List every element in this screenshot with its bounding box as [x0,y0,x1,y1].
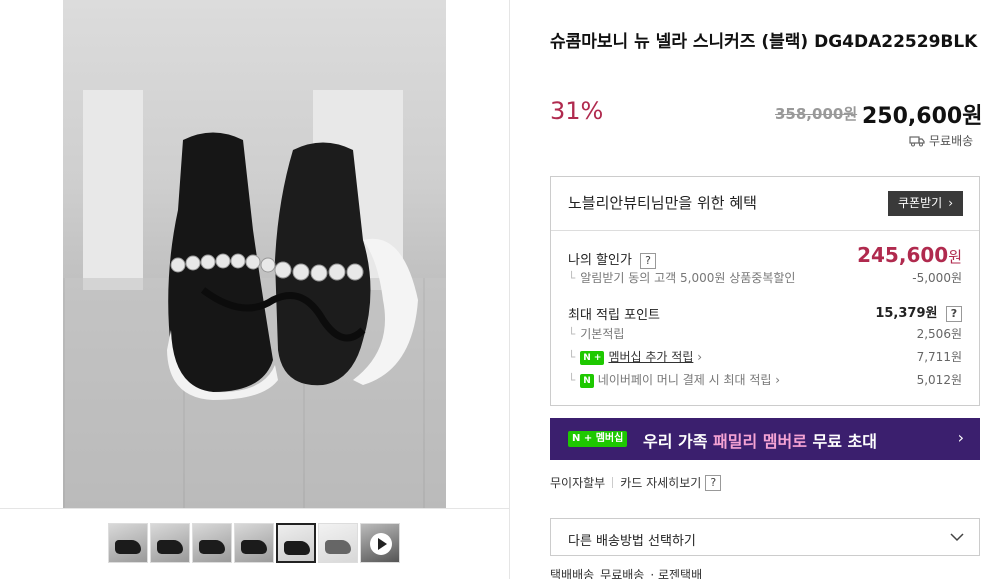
thumbnail[interactable] [150,523,190,563]
play-icon [370,533,392,555]
my-discount-price: 245,600원 [857,243,962,267]
banner-text-prefix: 우리 가족 [643,432,708,451]
npay-points-link[interactable]: 네이버페이 머니 결제 시 최대 적립 [598,373,772,387]
installment-link[interactable]: 무이자할부 [550,474,605,491]
discount-rate: 31% [550,97,604,125]
shipping-option-free: 무료배송 [600,568,645,579]
shipping-option-carrier: · 로젠택배 [650,568,703,579]
video-thumbnail[interactable] [360,523,400,563]
chevron-left-icon [20,239,39,271]
banner-text-suffix: 무료 초대 [812,432,877,451]
thumbnail[interactable] [234,523,274,563]
shipping-label: 무료배송 [929,134,974,148]
max-points-label: 최대 적립 포인트 [568,308,660,323]
gallery-next-button[interactable] [470,238,492,272]
thumbnail[interactable] [108,523,148,563]
won-unit: 원 [948,248,962,266]
my-discount-label: 나의 할인가 [568,253,632,268]
banner-text-highlight: 패밀리 멤버로 [713,432,807,451]
naver-plus-badge-icon: N + [580,350,605,365]
membership-points-row[interactable]: └ N + 멤버십 추가 적립 › [568,348,702,365]
benefit-title: 노블리안뷰티님만을 위한 혜택 [568,194,757,212]
sale-price: 250,600원 [862,104,983,129]
family-membership-banner[interactable]: N + 멤버십 우리 가족 패밀리 멤버로 무료 초대 › [550,418,980,460]
chevron-right-icon: › [948,196,953,210]
banner-text: 우리 가족 패밀리 멤버로 무료 초대 [643,428,877,452]
alarm-discount-value: -5,000원 [912,271,962,285]
my-discount-label-row: 나의 할인가 ? [568,249,657,269]
membership-points-link[interactable]: 멤버십 추가 적립 [608,350,693,364]
npay-points-value: 5,012원 [916,373,962,387]
thumbnail[interactable] [192,523,232,563]
help-icon[interactable]: ? [705,474,722,491]
naver-plus-membership-badge-icon: N + 멤버십 [568,431,628,447]
sneakers-illustration [167,132,418,400]
thumbnail-bar [0,508,510,579]
original-price: 358,000원 [775,105,858,123]
card-detail-link[interactable]: 카드 자세히보기 [620,474,701,491]
chevron-down-icon [950,533,964,542]
membership-points-value: 7,711원 [916,350,962,364]
help-icon[interactable]: ? [946,305,962,322]
alarm-discount-label: 알림받기 동의 고객 5,000원 상품중복할인 [580,271,796,285]
my-discount-amount: 245,600 [857,243,949,267]
chevron-right-icon [471,239,490,271]
product-gallery [0,0,510,579]
product-main-image[interactable] [63,0,446,508]
delivery-method-label: 다른 배송방법 선택하기 [568,534,696,549]
basic-points-value: 2,506원 [916,327,962,341]
naver-pay-icon: N [580,373,594,388]
product-title: 슈콤마보니 뉴 넬라 스니커즈 (블랙) DG4DA22529BLK [550,32,978,52]
basic-points-row: └ 기본적립 [568,327,625,341]
help-icon[interactable]: ? [640,252,657,269]
thumbnail-active[interactable] [276,523,316,563]
thumbnail[interactable] [318,523,358,563]
max-points-value: 15,379원 [875,306,938,321]
basic-points-label: 기본적립 [580,327,625,341]
gallery-prev-button[interactable] [18,238,40,272]
payment-links: 무이자할부 카드 자세히보기 ? [550,474,722,491]
shipping-option-parcel: 택배배송 [550,568,595,579]
npay-points-row[interactable]: └ N 네이버페이 머니 결제 시 최대 적립 › [568,371,780,388]
alarm-discount-row: └ 알림받기 동의 고객 5,000원 상품중복할인 [568,271,796,285]
truck-icon [909,135,925,146]
chevron-right-icon: › [957,428,964,447]
coupon-button[interactable]: 쿠폰받기 › [888,191,963,216]
benefit-box: 노블리안뷰티님만을 위한 혜택 쿠폰받기 › 나의 할인가 ? 245,600원… [550,176,980,406]
divider [612,477,614,488]
max-points-row-right: 15,379원 ? [875,302,962,322]
shipping-options: 택배배송 무료배송 · 로젠택배 [550,566,702,579]
delivery-method-select[interactable]: 다른 배송방법 선택하기 [550,518,980,556]
coupon-button-label: 쿠폰받기 [898,196,943,210]
shipping-info: 무료배송 [909,132,973,149]
